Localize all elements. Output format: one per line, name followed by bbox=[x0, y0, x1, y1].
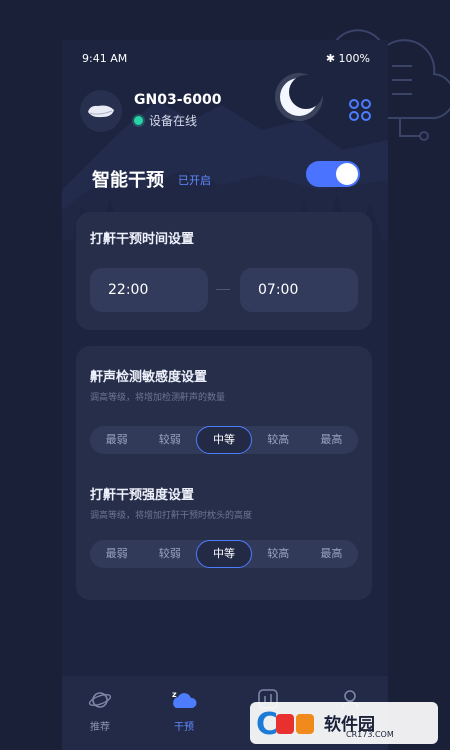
toggle-knob bbox=[336, 163, 358, 185]
sensitivity-option-selected[interactable]: 中等 bbox=[196, 426, 252, 454]
tab-label: 推荐 bbox=[90, 722, 110, 733]
intensity-title: 打鼾干预强度设置 bbox=[90, 488, 195, 503]
levels-card: 鼾声检测敏感度设置 调高等级，将增加检测鼾声的数量 最弱 较弱 中等 较高 最高… bbox=[76, 346, 372, 600]
start-time-picker[interactable]: 22:00 bbox=[90, 268, 208, 312]
status-battery-group: ✱ 100% bbox=[326, 52, 370, 65]
bluetooth-icon: ✱ bbox=[325, 52, 339, 65]
tab-recommend[interactable]: 推荐 bbox=[70, 684, 130, 734]
intensity-subtitle: 调高等级，将增加打鼾干预时枕头的高度 bbox=[90, 511, 253, 521]
sensitivity-option[interactable]: 较高 bbox=[252, 426, 305, 454]
online-status-icon bbox=[134, 116, 143, 125]
intensity-option[interactable]: 较弱 bbox=[143, 540, 196, 568]
feature-toggle[interactable] bbox=[306, 161, 360, 187]
status-time: 9:41 AM bbox=[82, 52, 128, 65]
site-watermark: C 软件园 CR173.COM bbox=[250, 702, 438, 744]
sleep-cloud-icon: z bbox=[172, 690, 197, 708]
device-status-text: 设备在线 bbox=[149, 114, 198, 128]
feature-title: 智能干预 bbox=[92, 170, 164, 191]
tab-label: 干预 bbox=[174, 722, 194, 733]
moon-icon bbox=[275, 73, 323, 121]
schedule-title: 打鼾干预时间设置 bbox=[90, 232, 195, 247]
feature-state-badge: 已开启 bbox=[178, 174, 211, 187]
device-name: GN03-6000 bbox=[134, 92, 222, 108]
sensitivity-option[interactable]: 最高 bbox=[305, 426, 358, 454]
tab-intervene[interactable]: z 干预 bbox=[154, 684, 214, 734]
schedule-card: 打鼾干预时间设置 22:00 07:00 bbox=[76, 212, 372, 330]
app-screen: 9:41 AM ✱ 100% GN03-6000 设备在线 智能干预 已开启 打… bbox=[62, 40, 388, 750]
svg-text:C: C bbox=[256, 707, 278, 740]
intensity-selector: 最弱 较弱 中等 较高 最高 bbox=[90, 540, 358, 568]
sensitivity-option[interactable]: 较弱 bbox=[143, 426, 196, 454]
intensity-option-selected[interactable]: 中等 bbox=[196, 540, 252, 568]
time-range-separator bbox=[216, 289, 230, 290]
sensitivity-selector: 最弱 较弱 中等 较高 最高 bbox=[90, 426, 358, 454]
intensity-option[interactable]: 较高 bbox=[252, 540, 305, 568]
watermark-logo-icon: C bbox=[256, 707, 314, 740]
sensitivity-subtitle: 调高等级，将增加检测鼾声的数量 bbox=[90, 393, 226, 403]
planet-icon bbox=[88, 692, 112, 708]
device-status: 设备在线 bbox=[134, 112, 197, 129]
sensitivity-option[interactable]: 最弱 bbox=[90, 426, 143, 454]
device-header[interactable]: GN03-6000 设备在线 bbox=[80, 90, 300, 134]
status-bar: 9:41 AM ✱ 100% bbox=[62, 52, 388, 70]
watermark-url: CR173.COM bbox=[346, 730, 394, 739]
intensity-option[interactable]: 最高 bbox=[305, 540, 358, 568]
sensitivity-title: 鼾声检测敏感度设置 bbox=[90, 370, 208, 385]
intensity-option[interactable]: 最弱 bbox=[90, 540, 143, 568]
apps-grid-icon[interactable] bbox=[348, 98, 372, 122]
pillow-icon bbox=[80, 90, 122, 132]
battery-level: 100% bbox=[338, 52, 370, 65]
end-time-picker[interactable]: 07:00 bbox=[240, 268, 358, 312]
svg-text:z: z bbox=[172, 690, 177, 699]
